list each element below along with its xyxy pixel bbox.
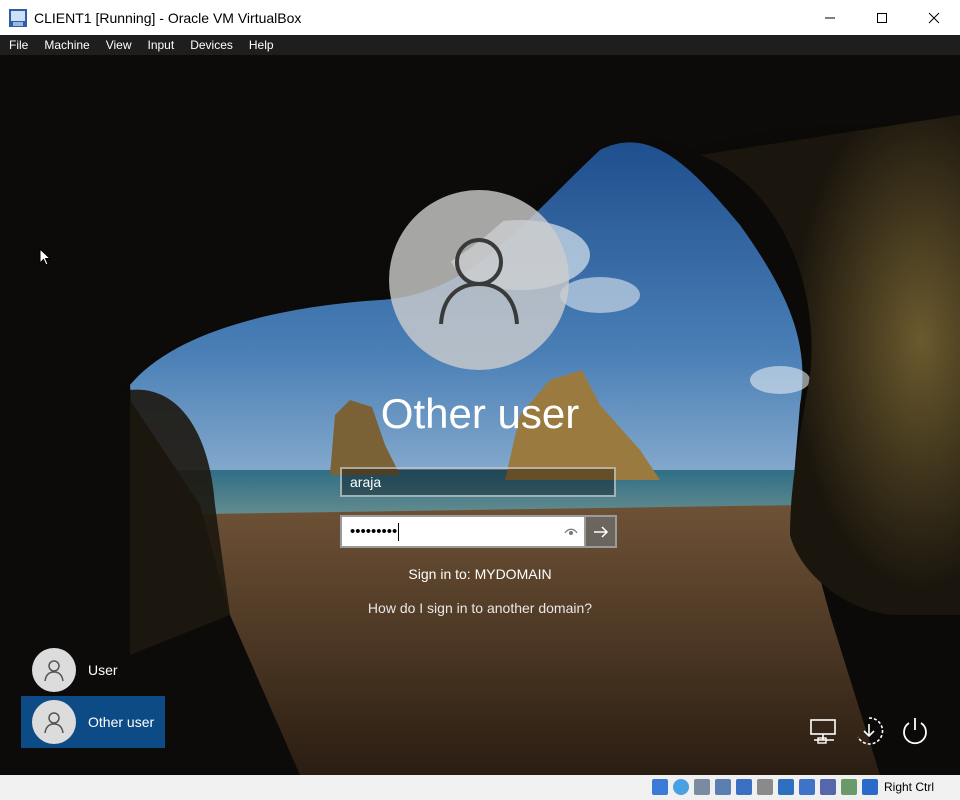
arrow-right-icon [593, 525, 608, 538]
cpu-icon[interactable] [840, 779, 857, 795]
user-tile-label: User [88, 662, 118, 678]
other-domain-link[interactable]: How do I sign in to another domain? [330, 600, 630, 616]
sign-in-domain-text: Sign in to: MYDOMAIN [408, 566, 552, 582]
maximize-button[interactable] [856, 0, 908, 35]
audio-icon[interactable] [693, 779, 710, 795]
user-tile-other-user[interactable]: Other user [21, 696, 165, 748]
user-tile-user[interactable]: User [21, 644, 165, 696]
menu-help[interactable]: Help [240, 35, 281, 55]
mouse-integration-icon[interactable] [861, 779, 878, 795]
maximize-icon [877, 12, 887, 23]
window-title: CLIENT1 [Running] - Oracle VM VirtualBox [34, 9, 302, 26]
user-icon [439, 238, 519, 325]
submit-sign-in-button[interactable] [586, 515, 617, 548]
user-avatar-large [389, 190, 569, 370]
user-icon [44, 712, 64, 734]
window-titlebar: CLIENT1 [Running] - Oracle VM VirtualBox [0, 0, 960, 35]
selected-user-name: Other user [380, 390, 580, 437]
menu-view[interactable]: View [97, 35, 139, 55]
password-masked-value: ••••••••• [350, 523, 398, 540]
user-icon [44, 660, 64, 682]
text-caret [398, 522, 400, 541]
video-capture-icon[interactable] [798, 779, 815, 795]
host-key-label: Right Ctrl [883, 780, 934, 794]
menu-bar: File Machine View Input Devices Help [0, 35, 960, 55]
menu-machine[interactable]: Machine [35, 35, 96, 55]
mouse-cursor-icon [39, 248, 51, 266]
password-input[interactable]: ••••••••• [340, 515, 586, 548]
display-icon[interactable] [777, 779, 794, 795]
virtualbox-app-icon [9, 8, 27, 27]
network-icon[interactable] [808, 715, 840, 747]
close-button[interactable] [908, 0, 960, 35]
tile-avatar [32, 648, 76, 692]
usb-icon[interactable] [735, 779, 752, 795]
minimize-button[interactable] [804, 0, 856, 35]
user-tile-label: Other user [88, 714, 155, 730]
hard-disk-icon[interactable] [651, 779, 668, 795]
ease-of-access-icon[interactable] [853, 715, 885, 747]
menu-devices[interactable]: Devices [181, 35, 240, 55]
vm-statusbar: Right Ctrl [0, 775, 960, 800]
username-input[interactable] [340, 467, 616, 497]
password-row: ••••••••• [340, 515, 618, 548]
minimize-icon [825, 17, 835, 18]
network-adapter-icon[interactable] [714, 779, 731, 795]
menu-file[interactable]: File [0, 35, 35, 55]
virtualization-icon[interactable] [819, 779, 836, 795]
shared-folders-icon[interactable] [756, 779, 773, 795]
tile-avatar [32, 700, 76, 744]
close-icon [928, 12, 940, 23]
vm-screen[interactable]: Other user ••••••••• Sign in to: MYDOMAI… [0, 55, 960, 775]
menu-input[interactable]: Input [139, 35, 182, 55]
power-icon[interactable] [899, 715, 931, 747]
reveal-password-icon[interactable] [564, 526, 578, 538]
optical-drive-icon[interactable] [672, 779, 689, 795]
